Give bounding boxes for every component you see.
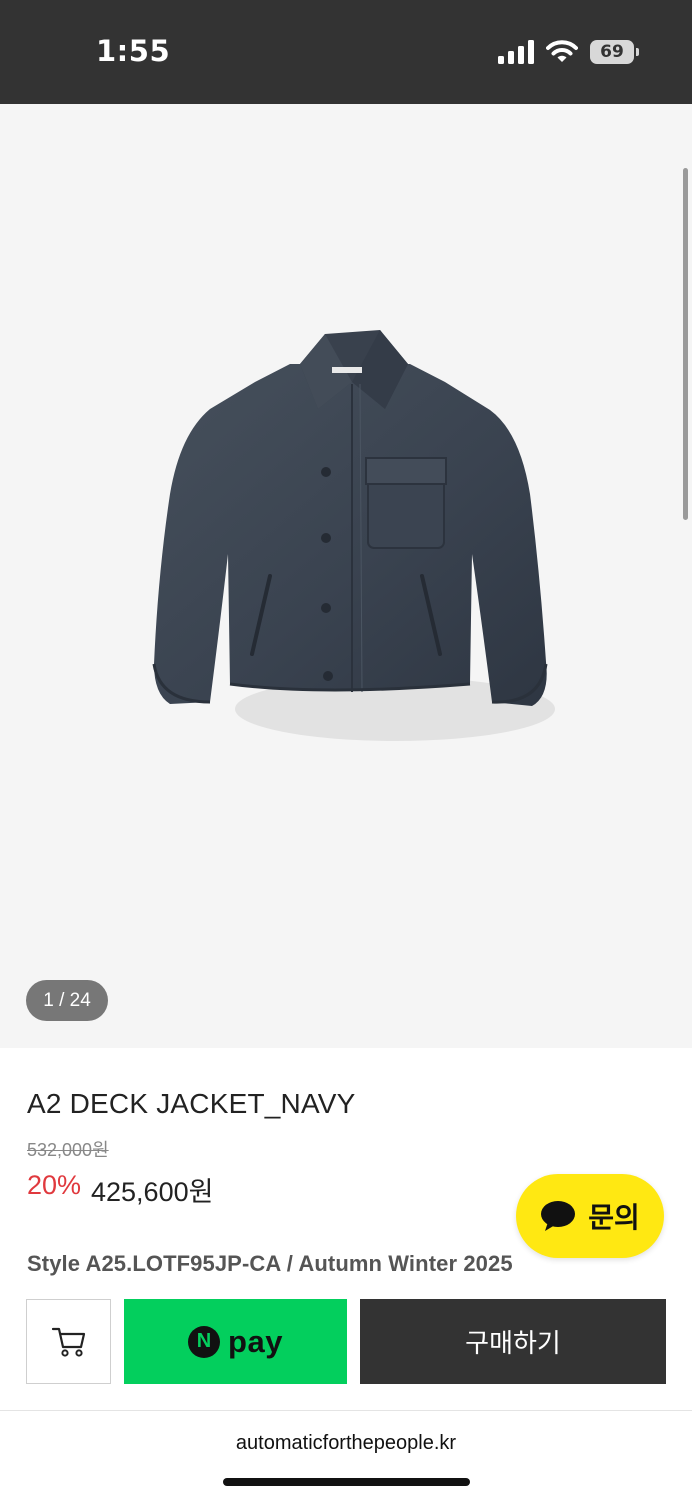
npay-logo-icon: N xyxy=(188,1325,221,1358)
npay-label: pay xyxy=(228,1323,283,1359)
scrollbar-thumb[interactable] xyxy=(683,168,688,520)
home-indicator[interactable] xyxy=(223,1478,470,1486)
cart-button[interactable] xyxy=(26,1299,111,1384)
url-text[interactable]: automaticforthepeople.kr xyxy=(0,1432,692,1455)
sale-price: 425,600원 xyxy=(91,1177,214,1207)
product-image-gallery[interactable]: 1 / 24 xyxy=(0,104,692,1048)
original-price: 532,000원 xyxy=(27,1140,109,1160)
discount-rate: 20% xyxy=(27,1170,82,1200)
signal-icon xyxy=(498,40,534,64)
product-title: A2 DECK JACKET_NAVY xyxy=(27,1088,356,1119)
wifi-icon xyxy=(546,40,578,62)
buy-button-label: 구매하기 xyxy=(465,1328,561,1358)
image-counter-text: 1 / 24 xyxy=(43,989,91,1011)
image-counter: 1 / 24 xyxy=(26,980,108,1021)
chat-bubble-icon xyxy=(541,1201,576,1231)
inquiry-button[interactable]: 문의 xyxy=(516,1174,664,1258)
inquiry-label: 문의 xyxy=(588,1202,640,1233)
cart-icon xyxy=(51,1327,85,1357)
purchase-action-bar: N pay 구매하기 xyxy=(0,1282,692,1410)
status-time: 1:55 xyxy=(96,34,171,68)
status-icons: 69 xyxy=(498,38,639,66)
npay-button[interactable]: N pay xyxy=(124,1299,347,1384)
browser-url-bar[interactable]: automaticforthepeople.kr xyxy=(0,1410,692,1500)
battery-icon: 69 xyxy=(590,40,639,64)
style-code: Style A25.LOTF95JP-CA / Autumn Winter 20… xyxy=(27,1251,513,1276)
product-image[interactable] xyxy=(140,324,580,754)
status-bar: 1:55 69 xyxy=(0,0,692,104)
battery-level: 69 xyxy=(600,42,624,62)
buy-button[interactable]: 구매하기 xyxy=(360,1299,666,1384)
